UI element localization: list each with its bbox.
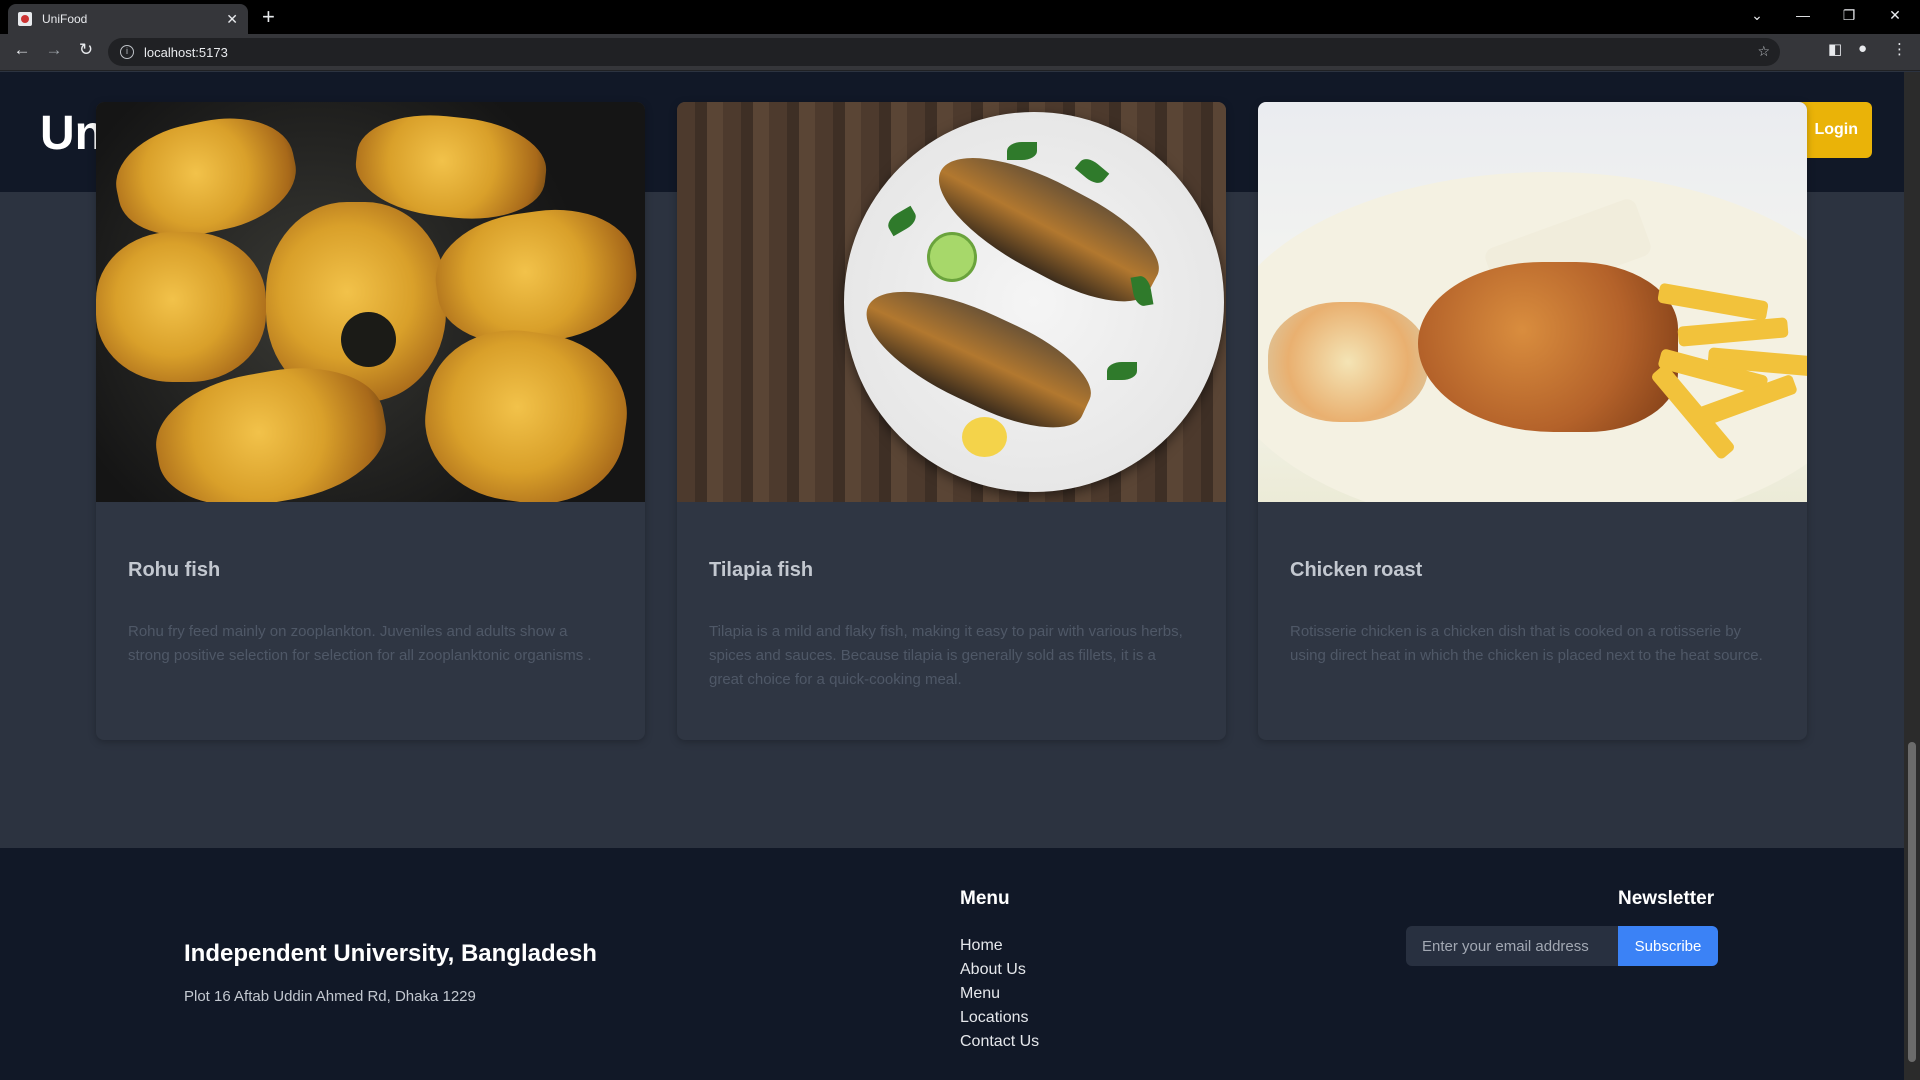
- side-panel-icon[interactable]: ◧: [1828, 40, 1842, 58]
- new-tab-icon[interactable]: +: [262, 4, 275, 30]
- footer-link-contact[interactable]: Contact Us: [960, 1030, 1039, 1054]
- food-card-rohu[interactable]: Rohu fish Rohu fry feed mainly on zoopla…: [96, 102, 645, 740]
- browser-menu-icon[interactable]: ⋮: [1892, 40, 1907, 58]
- footer-link-about[interactable]: About Us: [960, 958, 1039, 982]
- bookmark-star-icon[interactable]: ☆: [1757, 43, 1770, 60]
- newsletter-email-input[interactable]: [1406, 926, 1618, 966]
- card-title: Chicken roast: [1290, 559, 1423, 581]
- restore-icon[interactable]: ❐: [1826, 7, 1872, 24]
- footer-address: Plot 16 Aftab Uddin Ahmed Rd, Dhaka 1229: [184, 988, 476, 1005]
- scrollbar-thumb[interactable]: [1908, 742, 1916, 1062]
- food-card-tilapia[interactable]: Tilapia fish Tilapia is a mild and flaky…: [677, 102, 1226, 740]
- card-description: Tilapia is a mild and flaky fish, making…: [709, 623, 1183, 688]
- site-favicon-icon: [18, 12, 32, 26]
- window-controls-right: — ❐ ✕: [1780, 0, 1918, 30]
- browser-tab-bar: UniFood ✕ + ⌄ — ❐ ✕: [0, 0, 1920, 34]
- chicken-roast-image: [1258, 102, 1807, 502]
- food-cards: Rohu fish Rohu fry feed mainly on zoopla…: [96, 102, 1808, 742]
- card-description: Rohu fry feed mainly on zooplankton. Juv…: [128, 623, 592, 664]
- minimize-icon[interactable]: —: [1780, 7, 1826, 23]
- forward-icon[interactable]: →: [42, 40, 66, 60]
- address-bar[interactable]: i localhost:5173 ☆: [108, 38, 1780, 66]
- footer-menu: Home About Us Menu Locations Contact Us: [960, 934, 1039, 1054]
- site-info-icon[interactable]: i: [120, 45, 134, 59]
- browser-tab[interactable]: UniFood ✕: [8, 4, 248, 34]
- footer-university-name: Independent University, Bangladesh: [184, 940, 597, 967]
- card-title: Tilapia fish: [709, 559, 814, 581]
- site-footer: Independent University, Bangladesh Plot …: [0, 848, 1904, 1080]
- tab-title: UniFood: [42, 12, 88, 26]
- page-viewport: Un Login Rohu fish Rohu fry feed mainly …: [0, 72, 1904, 1080]
- footer-link-locations[interactable]: Locations: [960, 1006, 1039, 1030]
- footer-link-menu[interactable]: Menu: [960, 982, 1039, 1006]
- site-brand[interactable]: Un: [40, 106, 104, 161]
- subscribe-button[interactable]: Subscribe: [1618, 926, 1718, 966]
- close-window-icon[interactable]: ✕: [1872, 7, 1918, 24]
- footer-menu-title: Menu: [960, 888, 1010, 909]
- close-tab-icon[interactable]: ✕: [226, 11, 238, 28]
- newsletter-title: Newsletter: [1618, 888, 1715, 909]
- footer-link-home[interactable]: Home: [960, 934, 1039, 958]
- card-description: Rotisserie chicken is a chicken dish tha…: [1290, 623, 1763, 664]
- profile-icon[interactable]: ●: [1858, 40, 1867, 57]
- rohu-fish-image: [96, 102, 645, 502]
- food-card-chicken[interactable]: Chicken roast Rotisserie chicken is a ch…: [1258, 102, 1807, 740]
- back-icon[interactable]: ←: [10, 40, 34, 60]
- newsletter-form: Subscribe: [1406, 926, 1718, 966]
- reload-icon[interactable]: ↻: [74, 40, 98, 60]
- url-text: localhost:5173: [144, 44, 228, 60]
- tab-search-icon[interactable]: ⌄: [1734, 7, 1780, 24]
- page-scrollbar[interactable]: [1904, 72, 1920, 1080]
- browser-toolbar: ← → ↻ i localhost:5173 ☆ ◧ ● ⋮: [0, 34, 1920, 71]
- card-title: Rohu fish: [128, 559, 221, 581]
- window-controls: ⌄: [1734, 0, 1780, 30]
- tilapia-fish-image: [677, 102, 1226, 502]
